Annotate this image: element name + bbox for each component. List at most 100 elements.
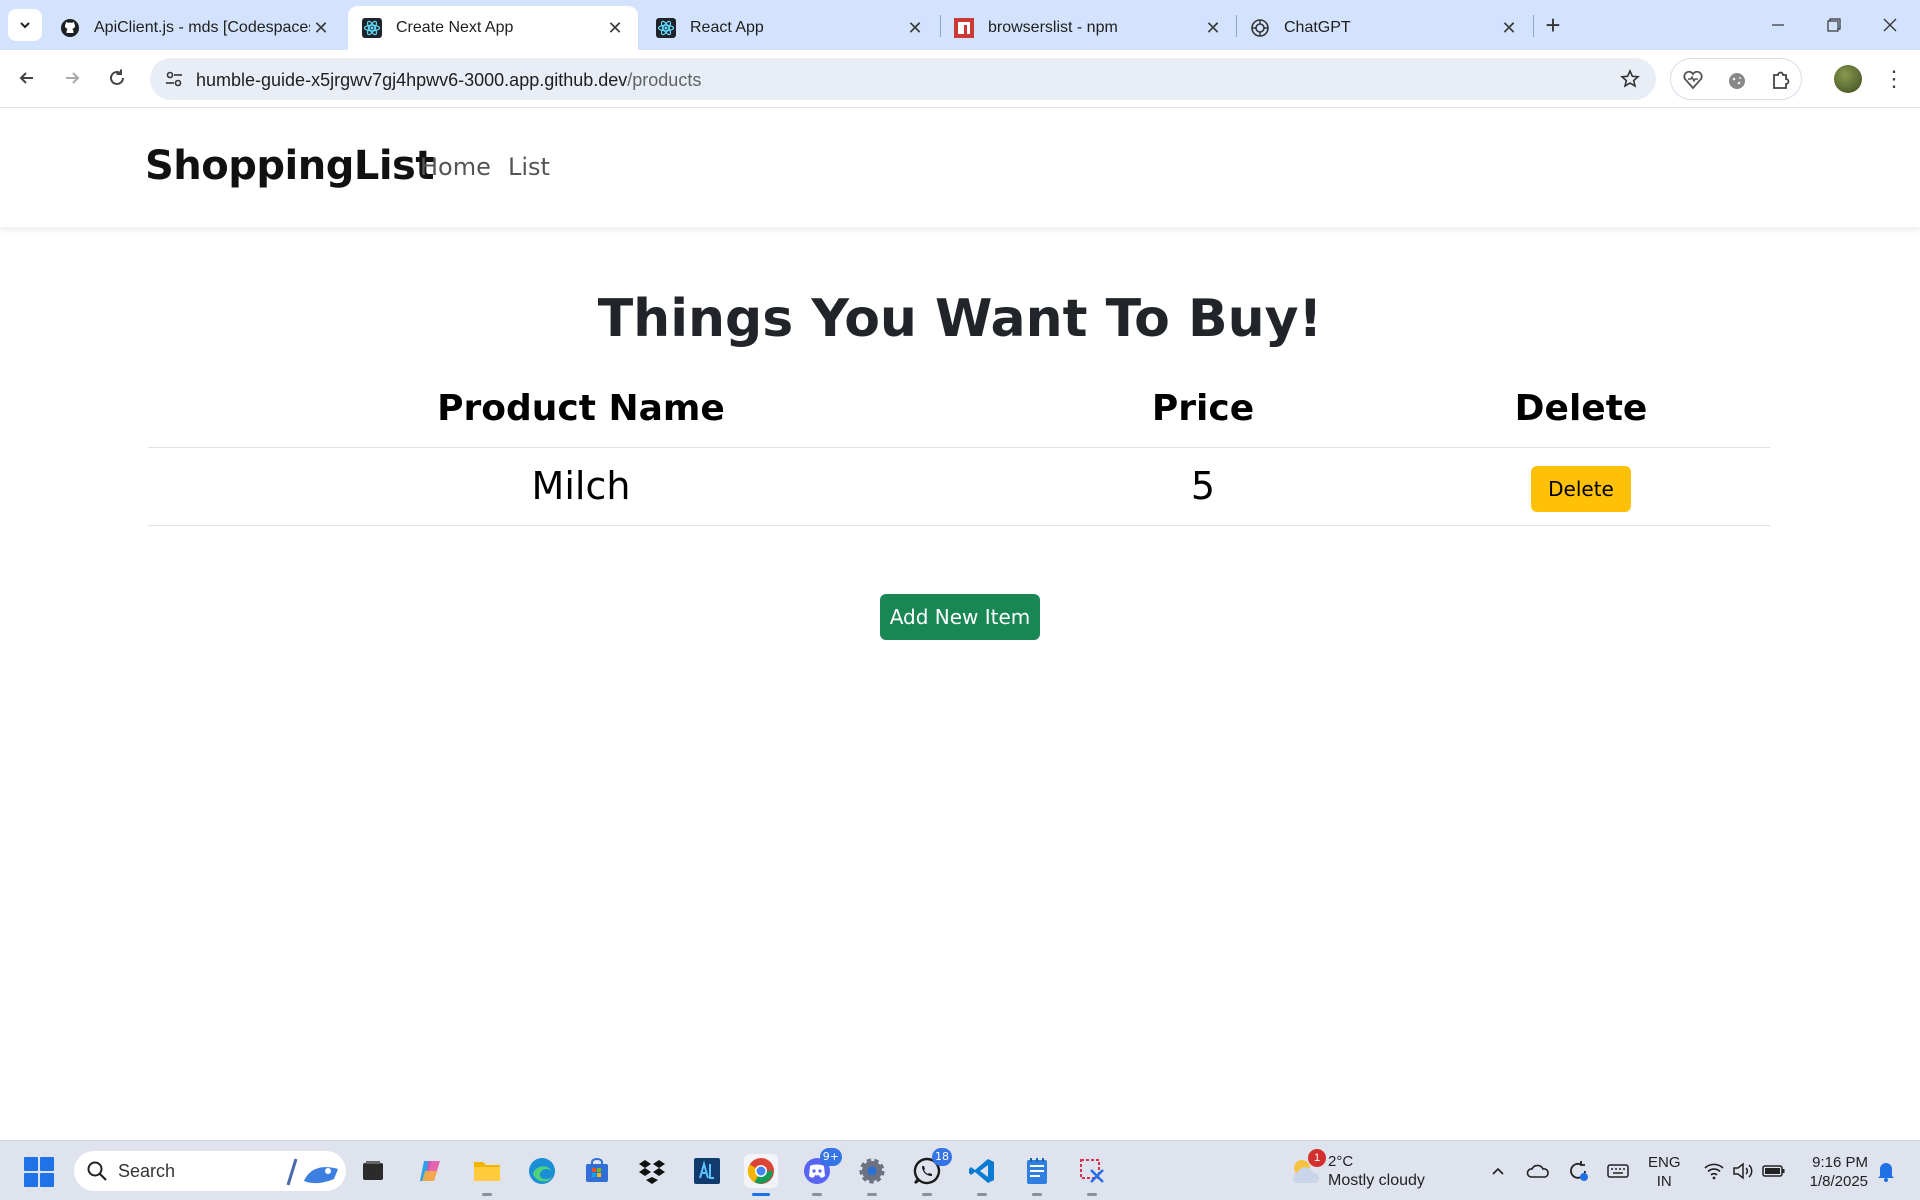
taskbar-copilot[interactable] [413, 1154, 447, 1188]
add-new-item-button[interactable]: Add New Item [880, 594, 1040, 640]
chevron-down-icon [20, 22, 30, 29]
tab-title: ApiClient.js - mds [Codespaces: [94, 19, 310, 36]
extension-cookie-icon[interactable] [1725, 68, 1749, 92]
react-icon [362, 18, 382, 38]
whatsapp-badge: 18 [932, 1148, 952, 1166]
gear-icon [859, 1158, 885, 1184]
column-header-product-name: Product Name [148, 371, 1014, 448]
volume-icon[interactable] [1731, 1159, 1755, 1183]
url-text: humble-guide-x5jrgwv7gj4hpwv6-3000.app.g… [196, 70, 701, 91]
tab-chatgpt[interactable]: ChatGPT ✕ [1236, 6, 1532, 50]
npm-icon [954, 18, 974, 38]
table-row: Milch 5 Delete [148, 447, 1770, 526]
discord-badge: 9+ [819, 1148, 842, 1166]
forward-button[interactable] [54, 60, 90, 96]
tab-create-next-app[interactable]: Create Next App ✕ [348, 6, 638, 50]
new-tab-button[interactable]: + [1538, 12, 1568, 40]
github-icon [60, 18, 80, 38]
minimize-icon [1772, 24, 1784, 26]
store-icon [586, 1158, 608, 1182]
nav-link-home[interactable]: Home [420, 153, 491, 181]
windows-taskbar: Search 9+ 18 1 2°C Mostly cloudy ENG IN … [0, 1140, 1920, 1200]
weather-alert-badge: 1 [1308, 1149, 1326, 1167]
chrome-icon [747, 1158, 774, 1184]
dropbox-icon [639, 1160, 665, 1184]
bookmark-star-icon[interactable] [1618, 67, 1642, 91]
taskbar-weather-widget[interactable]: 1 2°C Mostly cloudy [1288, 1149, 1438, 1193]
extensions-puzzle-icon[interactable] [1769, 68, 1793, 92]
close-icon[interactable]: ✕ [1498, 17, 1520, 39]
tab-apiclient[interactable]: ApiClient.js - mds [Codespaces: ✕ [46, 6, 344, 50]
system-clock[interactable]: 9:16 PM 1/8/2025 [1800, 1153, 1868, 1191]
extensions-group [1670, 58, 1802, 100]
product-name-cell: Milch [148, 447, 1014, 526]
close-window-button[interactable] [1862, 8, 1918, 42]
brand-logo[interactable]: ShoppingList [145, 143, 434, 189]
taskbar-snipping-tool[interactable] [1075, 1154, 1109, 1196]
notification-bell-icon[interactable] [1874, 1159, 1898, 1183]
windows-start-button[interactable] [24, 1157, 54, 1187]
delete-button[interactable]: Delete [1531, 465, 1631, 512]
reload-button[interactable] [99, 60, 135, 96]
azure-data-studio-icon [694, 1158, 720, 1184]
taskbar-search-box[interactable]: Search [74, 1151, 346, 1191]
page-title: Things You Want To Buy! [597, 289, 1323, 349]
language-code: ENG [1648, 1154, 1681, 1171]
tab-title: ChatGPT [1284, 19, 1351, 36]
taskbar-azure-data-studio[interactable] [690, 1154, 724, 1188]
site-settings-icon[interactable] [162, 67, 186, 91]
taskbar-whatsapp[interactable]: 18 [910, 1148, 952, 1196]
reload-icon [110, 69, 124, 85]
search-highlight-illustration-icon [286, 1158, 338, 1186]
app-navbar: ShoppingList Home List [0, 109, 1920, 227]
taskbar-notepad[interactable] [1020, 1154, 1054, 1196]
web-page: ShoppingList Home List Things You Want T… [0, 109, 1920, 1140]
sync-status-icon[interactable] [1566, 1159, 1590, 1183]
edge-icon [529, 1158, 555, 1184]
battery-icon[interactable] [1762, 1159, 1786, 1183]
tab-react-app[interactable]: React App ✕ [642, 6, 938, 50]
input-language-indicator[interactable]: ENG IN [1648, 1153, 1681, 1191]
products-table: Product Name Price Delete Milch 5 Delete [148, 371, 1770, 526]
close-icon[interactable]: ✕ [1202, 17, 1224, 39]
taskbar-chrome[interactable] [744, 1154, 778, 1196]
copilot-icon [420, 1161, 440, 1181]
taskbar-settings[interactable] [855, 1154, 889, 1196]
snipping-tool-icon [1080, 1159, 1104, 1183]
task-view-icon [363, 1161, 383, 1180]
weather-condition: Mostly cloudy [1328, 1172, 1425, 1189]
tab-browserslist[interactable]: browserslist - npm ✕ [940, 6, 1236, 50]
minimize-button[interactable] [1750, 8, 1806, 42]
product-price-cell: 5 [1014, 447, 1392, 526]
close-icon[interactable]: ✕ [904, 17, 926, 39]
taskbar-file-explorer[interactable] [470, 1154, 504, 1196]
vscode-icon [969, 1159, 994, 1183]
address-bar[interactable]: humble-guide-x5jrgwv7gj4hpwv6-3000.app.g… [150, 58, 1656, 100]
wifi-icon[interactable] [1702, 1159, 1726, 1183]
close-icon[interactable]: ✕ [604, 17, 626, 39]
profile-avatar[interactable] [1834, 65, 1862, 93]
keyboard-icon[interactable] [1606, 1159, 1630, 1183]
taskbar-task-view[interactable] [356, 1154, 390, 1188]
taskbar-microsoft-store[interactable] [580, 1154, 614, 1188]
taskbar-edge[interactable] [525, 1154, 559, 1188]
restore-button[interactable] [1806, 8, 1862, 42]
nav-link-list[interactable]: List [508, 153, 550, 181]
taskbar-vscode[interactable] [965, 1154, 999, 1196]
close-icon[interactable]: ✕ [310, 17, 332, 39]
react-icon [656, 18, 676, 38]
back-button[interactable] [9, 60, 45, 96]
language-region: IN [1656, 1173, 1672, 1190]
weather-temperature: 2°C [1328, 1153, 1354, 1170]
extension-heart-icon[interactable] [1681, 68, 1705, 92]
onedrive-cloud-icon[interactable] [1526, 1159, 1550, 1183]
product-delete-cell: Delete [1392, 447, 1770, 526]
folder-icon [474, 1162, 500, 1181]
url-path: /products [627, 70, 702, 90]
clock-date: 1/8/2025 [1809, 1173, 1868, 1190]
menu-kebab-icon[interactable]: ⋮ [1880, 65, 1908, 93]
tab-search-button[interactable] [8, 9, 42, 41]
taskbar-dropbox[interactable] [635, 1154, 669, 1188]
show-hidden-icons-chevron-up-icon[interactable] [1486, 1159, 1510, 1183]
taskbar-discord[interactable]: 9+ [800, 1148, 842, 1196]
